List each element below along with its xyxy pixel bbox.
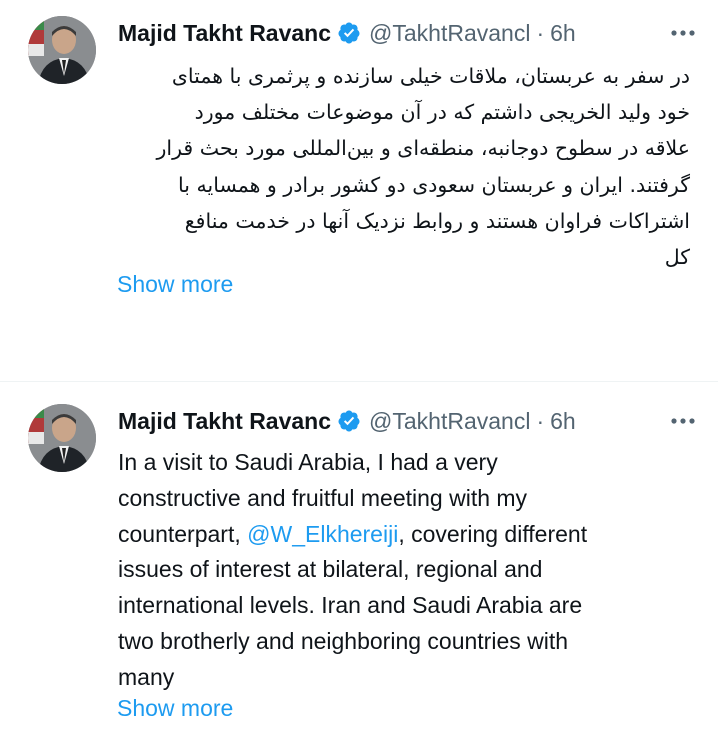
tweet-text-line: issues of interest at bilateral, regiona… [118,556,543,583]
author-handle[interactable]: @TakhtRavancl [369,20,530,47]
more-dots-icon [671,418,695,424]
tweet-text-line: گرفتند. ایران و عربستان سعودی دو کشور بر… [178,172,690,197]
tweet-text-fragment: counterpart, [118,520,248,547]
tweet-text-line: کل [664,245,690,270]
verified-badge-icon [338,410,360,432]
tweet-text-line: In a visit to Saudi Arabia, I had a very [118,449,498,475]
tweet-text-line: خود ولید الخریجی داشتم که در آن موضوعات … [194,100,690,125]
tweet-text-fragment: , covering different [398,520,588,547]
more-dots-icon [671,30,695,36]
tweet-text-line: در سفر به عربستان، ملاقات خیلی سازنده و … [171,64,690,88]
show-more-link[interactable]: Show more [117,695,233,722]
profile-photo [28,16,96,84]
tweet-text: In a visit to Saudi Arabia, I had a very… [118,445,698,696]
tweet-text: در سفر به عربستان، ملاقات خیلی سازنده و … [118,58,690,275]
separator-dot: · [536,19,545,46]
author-handle[interactable]: @TakhtRavancl [369,408,530,435]
tweet-header: Majid Takht Ravanc @TakhtRavancl · 6h [118,18,700,48]
tweet-text-line: counterpart, @W_Elkhereiji, covering dif… [118,517,698,553]
tweet-text-line: two brotherly and neighboring countries … [118,627,569,654]
avatar[interactable] [28,404,96,472]
timestamp[interactable]: 6h [550,20,576,47]
profile-photo [28,404,96,472]
tweet-header: Majid Takht Ravanc @TakhtRavancl · 6h [118,406,700,436]
more-options-button[interactable] [666,18,700,48]
author-name[interactable]: Majid Takht Ravanc [118,20,331,47]
separator-dot: · [536,407,545,434]
more-options-button[interactable] [666,406,700,436]
tweet-text-line: many [118,663,175,690]
tweet-text-line: international levels. Iran and Saudi Ara… [118,592,583,619]
author-name[interactable]: Majid Takht Ravanc [118,408,331,435]
show-more-link[interactable]: Show more [117,271,233,298]
tweet-text-line: علاقه در سطوح دوجانبه، منطقه‌ای و بین‌ال… [156,136,690,161]
verified-badge-icon [338,22,360,44]
timestamp[interactable]: 6h [550,408,576,435]
tweet-persian[interactable]: Majid Takht Ravanc @TakhtRavancl · 6h در… [0,0,718,380]
tweet-text-line: اشتراکات فراوان هستند و روابط نزدیک آنها… [184,208,690,233]
tweet-text-line: constructive and fruitful meeting with m… [118,484,528,511]
mention-link[interactable]: @W_Elkhereiji [247,521,398,547]
tweet-english[interactable]: Majid Takht Ravanc @TakhtRavancl · 6h In… [0,381,718,734]
avatar[interactable] [28,16,96,84]
